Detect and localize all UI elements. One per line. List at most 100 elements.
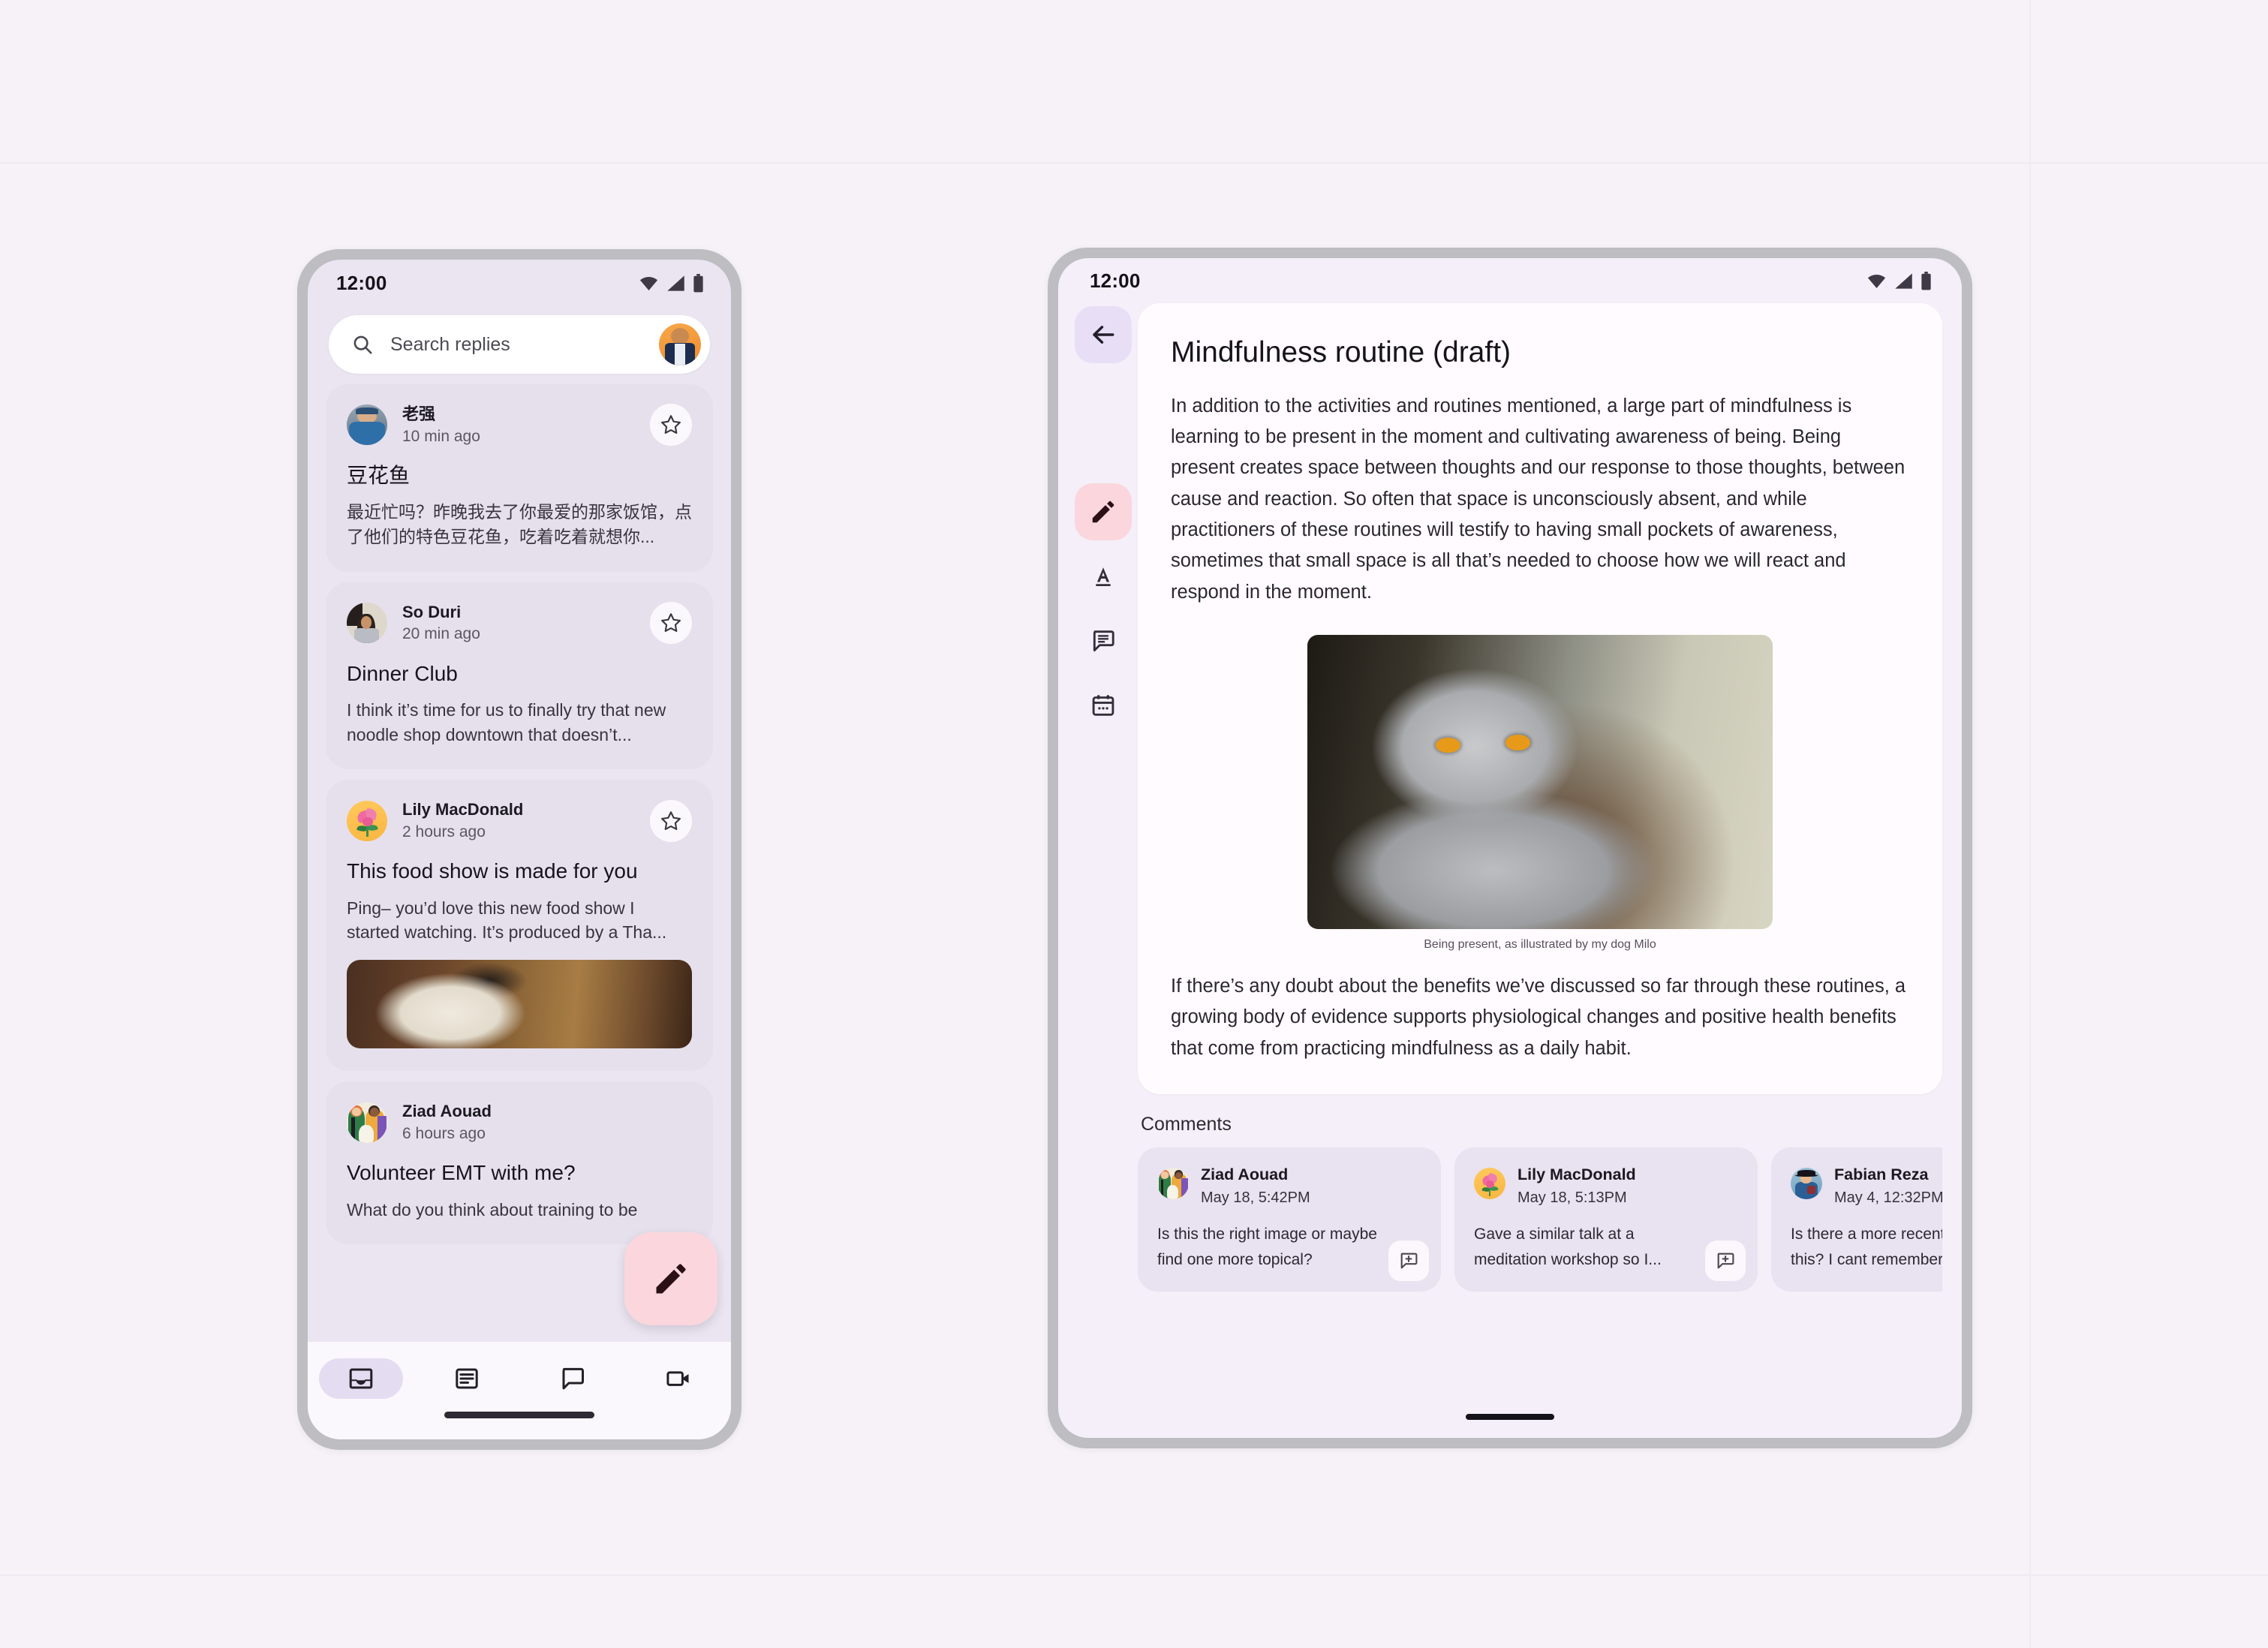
arrow-back-icon	[1093, 326, 1114, 344]
mail-header: Lily MacDonald 2 hours ago	[347, 799, 692, 842]
search-bar[interactable]: Search replies	[329, 315, 710, 374]
avatar	[347, 1102, 387, 1143]
sender-name: So Duri	[402, 602, 462, 621]
mail-list-item[interactable]: Ziad Aouad 6 hours ago Volunteer EMT wit…	[326, 1081, 713, 1245]
account-avatar[interactable]	[659, 323, 701, 365]
mail-subject: Dinner Club	[347, 661, 458, 685]
pencil-icon	[656, 1264, 686, 1294]
comment-icon	[1093, 630, 1114, 652]
mail-header: Ziad Aouad 6 hours ago	[347, 1101, 692, 1144]
avatar	[347, 800, 387, 841]
document-column: Mindfulness routine (draft) In addition …	[1138, 303, 1942, 1292]
document-paragraph-2: If there’s any doubt about the benefits …	[1171, 975, 1906, 1059]
inbox-icon	[349, 1368, 372, 1389]
mail-subject: This food show is made for you	[347, 859, 638, 883]
layout-guide-horizontal-top	[0, 162, 2268, 164]
avatar	[1157, 1167, 1189, 1199]
document-title: Mindfulness routine (draft)	[1171, 336, 1511, 368]
comment-card[interactable]: Ziad Aouad May 18, 5:42PM Is this the ri…	[1138, 1147, 1441, 1292]
nav-item-video[interactable]	[625, 1358, 731, 1399]
mail-subject: Volunteer EMT with me?	[347, 1160, 576, 1184]
comment-card[interactable]: Fabian Reza May 4, 12:32PM Is there a mo…	[1771, 1147, 1942, 1292]
mail-meta: So Duri 20 min ago	[402, 602, 650, 645]
mail-snippet: Ping– you’d love this new food show I st…	[347, 898, 667, 943]
tablet-status-bar: 12:00	[1058, 258, 1962, 303]
status-time: 12:00	[1090, 269, 1141, 292]
nav-pill[interactable]	[636, 1358, 720, 1399]
status-time: 12:00	[336, 271, 387, 294]
phone-screen: 12:00 Search replies 老强 10 min ago 豆花鱼 最…	[308, 260, 731, 1439]
cellular-signal-icon	[667, 275, 684, 291]
rail-item-calendar[interactable]	[1075, 677, 1132, 734]
comment-header: Fabian Reza May 4, 12:32PM	[1791, 1165, 1942, 1207]
star-button[interactable]	[650, 404, 692, 447]
battery-icon	[1921, 271, 1931, 290]
avatar	[1791, 1167, 1822, 1199]
avatar	[1474, 1167, 1505, 1199]
nav-item-articles[interactable]	[414, 1358, 519, 1399]
mail-timestamp: 20 min ago	[402, 625, 480, 643]
mail-snippet: 最近忙吗？昨晚我去了你最爱的那家饭馆，点了他们的特色豆花鱼，吃着吃着就想你...	[347, 502, 692, 547]
tablet-screen: 12:00 Mindfulness routine (draft) In add…	[1058, 258, 1962, 1438]
nav-pill-active[interactable]	[318, 1358, 403, 1399]
tablet-gesture-bar	[1466, 1414, 1554, 1420]
mail-snippet: I think it’s time for us to finally try …	[347, 700, 666, 744]
wifi-icon	[639, 276, 658, 290]
star-button[interactable]	[650, 799, 692, 842]
mail-attachment-image[interactable]	[347, 960, 692, 1049]
comment-text-line-2: this? I cant remember. No	[1791, 1251, 1942, 1269]
mail-list-item[interactable]: 老强 10 min ago 豆花鱼 最近忙吗？昨晚我去了你最爱的那家饭馆，点了他…	[326, 384, 713, 572]
nav-pill[interactable]	[425, 1358, 509, 1399]
rail-item-edit[interactable]	[1075, 483, 1132, 540]
rail-item-comment[interactable]	[1075, 612, 1132, 669]
comment-author: Fabian Reza	[1834, 1165, 1929, 1183]
rail-spacer	[1075, 371, 1138, 483]
nav-pill[interactable]	[531, 1358, 615, 1399]
text-format-icon	[1096, 567, 1111, 587]
comment-card[interactable]: Lily MacDonald May 18, 5:13PM Gave a sim…	[1454, 1147, 1758, 1292]
comment-timestamp: May 18, 5:13PM	[1518, 1189, 1627, 1206]
mail-list-item[interactable]: So Duri 20 min ago Dinner Club I think i…	[326, 582, 713, 770]
battery-icon	[693, 273, 703, 292]
comment-meta: Lily MacDonald May 18, 5:13PM	[1518, 1165, 1636, 1207]
back-button[interactable]	[1075, 306, 1132, 363]
comment-text-line-2: meditation workshop so I...	[1474, 1251, 1662, 1269]
add-comment-button[interactable]	[1705, 1240, 1746, 1281]
comment-timestamp: May 18, 5:42PM	[1201, 1189, 1310, 1206]
calendar-icon	[1092, 695, 1114, 716]
comment-author: Lily MacDonald	[1518, 1165, 1636, 1183]
avatar	[347, 404, 387, 446]
nav-item-inbox[interactable]	[308, 1358, 414, 1399]
tablet-body: Mindfulness routine (draft) In addition …	[1058, 303, 1962, 1292]
mail-header: So Duri 20 min ago	[347, 602, 692, 645]
nav-item-chat[interactable]	[519, 1358, 625, 1399]
mail-meta: Ziad Aouad 6 hours ago	[402, 1101, 692, 1144]
mail-subject: 豆花鱼	[347, 463, 411, 487]
star-icon	[661, 415, 681, 435]
document-image[interactable]	[1307, 634, 1773, 929]
add-comment-button[interactable]	[1388, 1240, 1429, 1281]
rail-item-text-format[interactable]	[1075, 548, 1132, 605]
layout-guide-vertical	[2029, 0, 2031, 1648]
wifi-icon	[1867, 274, 1886, 288]
star-button[interactable]	[650, 602, 692, 645]
image-caption: Being present, as illustrated by my dog …	[1424, 937, 1656, 951]
search-input[interactable]: Search replies	[390, 334, 659, 356]
mail-list-item[interactable]: Lily MacDonald 2 hours ago This food sho…	[326, 780, 713, 1072]
comment-text-line-1: Is there a more recent upd	[1791, 1225, 1942, 1243]
sender-name: 老强	[402, 404, 436, 423]
phone-status-bar: 12:00	[308, 260, 731, 306]
document-paragraph-1: In addition to the activities and routin…	[1171, 395, 1906, 603]
document-figure: Being present, as illustrated by my dog …	[1171, 634, 1909, 952]
star-icon	[661, 810, 681, 830]
layout-guide-horizontal-bottom	[0, 1574, 2268, 1576]
mail-timestamp: 6 hours ago	[402, 1124, 486, 1142]
comments-heading: Comments	[1141, 1113, 1232, 1135]
document-card[interactable]: Mindfulness routine (draft) In addition …	[1138, 303, 1942, 1094]
compose-fab[interactable]	[624, 1232, 717, 1325]
chat-bubble-icon	[562, 1367, 584, 1390]
status-icons	[639, 273, 704, 293]
add-comment-icon	[1717, 1253, 1734, 1269]
mail-meta: 老强 10 min ago	[402, 404, 650, 447]
mail-snippet: What do you think about training to be	[347, 1199, 638, 1219]
